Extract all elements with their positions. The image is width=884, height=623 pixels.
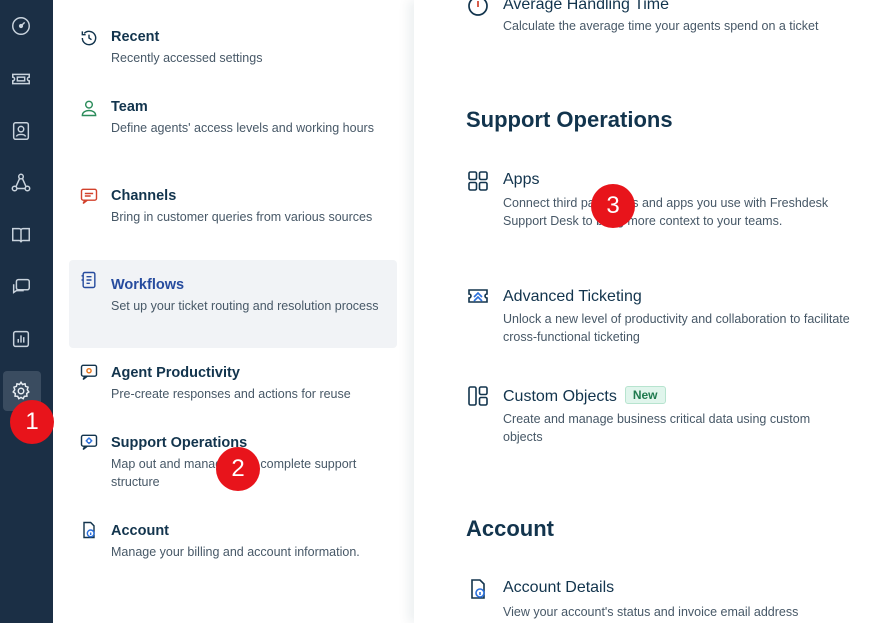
item-title: Apps: [503, 171, 540, 188]
menu-item-recent[interactable]: Recent Recently accessed settings: [69, 18, 397, 88]
item-desc: View your account's status and invoice e…: [503, 605, 799, 619]
dashboard-icon[interactable]: [9, 14, 33, 38]
account-details-icon: [466, 577, 490, 601]
item-title: Average Handling Time: [503, 0, 670, 13]
history-icon: [79, 28, 99, 48]
advanced-ticketing-icon: [466, 285, 490, 309]
network-icon[interactable]: [9, 171, 33, 195]
annotation-marker-3: 3: [591, 184, 635, 228]
menu-item-workflows[interactable]: Workflows Set up your ticket routing and…: [69, 260, 397, 348]
apps-grid-icon: [466, 169, 490, 193]
section-title-support-operations: Support Operations: [466, 107, 673, 132]
contacts-icon[interactable]: [9, 119, 33, 143]
menu-item-account[interactable]: Account Manage your billing and account …: [69, 510, 397, 580]
new-badge: New: [624, 386, 666, 404]
item-title-text: Custom Objects: [503, 388, 617, 405]
account-icon: [79, 520, 99, 540]
menu-item-title: Agent Productivity: [111, 365, 240, 381]
menu-item-title: Channels: [111, 188, 177, 204]
item-desc: Connect third party tools and apps you u…: [503, 196, 829, 228]
menu-item-title: Team: [111, 99, 148, 115]
settings-content: Average Handling Time Calculate the aver…: [414, 0, 884, 623]
menu-item-title: Workflows: [111, 277, 185, 293]
item-desc: Create and manage business critical data…: [503, 412, 811, 444]
menu-item-title: Account: [111, 523, 169, 539]
channels-icon: [79, 186, 99, 206]
team-icon: [79, 98, 99, 118]
custom-objects-icon: [466, 384, 490, 408]
item-title: Advanced Ticketing: [503, 288, 642, 305]
workflows-icon: [79, 270, 99, 290]
menu-item-desc: Bring in customer queries from various s…: [111, 210, 373, 224]
left-nav-rail: [0, 0, 53, 623]
menu-item-desc: Manage your billing and account informat…: [111, 545, 360, 559]
menu-item-desc: Set up your ticket routing and resolutio…: [111, 299, 379, 313]
annotation-marker-2: 2: [216, 447, 260, 491]
chat-icon[interactable]: [9, 275, 33, 299]
menu-item-title: Recent: [111, 29, 160, 45]
item-desc: Calculate the average time your agents s…: [503, 19, 819, 33]
menu-item-desc: Recently accessed settings: [111, 51, 263, 65]
menu-item-agent-productivity[interactable]: Agent Productivity Pre-create responses …: [69, 352, 397, 422]
ticket-icon[interactable]: [9, 67, 33, 91]
knowledge-base-icon[interactable]: [9, 223, 33, 247]
menu-item-team[interactable]: Team Define agents' access levels and wo…: [69, 88, 397, 176]
clock-icon: [466, 0, 490, 18]
item-title: Account Details: [503, 579, 615, 596]
menu-item-channels[interactable]: Channels Bring in customer queries from …: [69, 176, 397, 259]
menu-item-desc: Pre-create responses and actions for reu…: [111, 387, 351, 401]
item-desc: Unlock a new level of productivity and c…: [503, 312, 850, 344]
section-title-account: Account: [466, 516, 554, 541]
annotation-marker-1: 1: [10, 400, 54, 444]
menu-item-desc: Define agents' access levels and working…: [111, 121, 374, 135]
item-title: Custom Objects New: [503, 386, 666, 406]
agent-productivity-icon: [79, 362, 99, 382]
settings-menu: Recent Recently accessed settings Team D…: [53, 0, 414, 623]
support-operations-icon: [79, 432, 99, 452]
reports-icon[interactable]: [9, 327, 33, 351]
